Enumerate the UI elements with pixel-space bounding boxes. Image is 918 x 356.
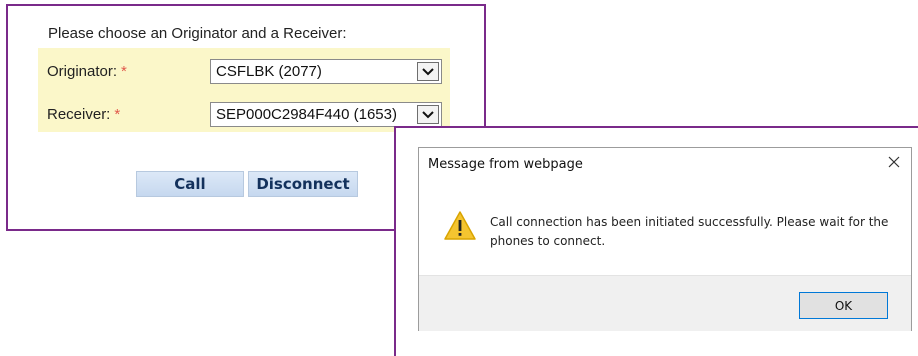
dialog-button-bar: OK: [419, 275, 911, 331]
form-fields: Originator: * CSFLBK (2077) Receiver: * SE…: [38, 48, 450, 132]
ok-button[interactable]: OK: [799, 292, 888, 319]
originator-row: Originator: * CSFLBK (2077): [38, 55, 450, 89]
disconnect-button[interactable]: Disconnect: [248, 171, 358, 197]
close-icon[interactable]: [885, 153, 903, 171]
receiver-label: Receiver: *: [47, 106, 121, 123]
originator-select[interactable]: CSFLBK (2077): [210, 59, 442, 84]
chevron-down-icon[interactable]: [417, 105, 439, 124]
receiver-select[interactable]: SEP000C2984F440 (1653): [210, 102, 442, 127]
dialog-title: Message from webpage: [428, 157, 583, 172]
required-asterisk: *: [114, 106, 121, 123]
dialog-message: Call connection has been initiated succe…: [490, 215, 889, 248]
message-dialog: Message from webpage Call connection has…: [418, 147, 912, 331]
originator-label: Originator: *: [47, 63, 127, 80]
warning-icon: [443, 210, 477, 242]
originator-selected-value: CSFLBK (2077): [216, 63, 322, 80]
form-heading: Please choose an Originator and a Receiv…: [48, 25, 347, 42]
required-asterisk: *: [121, 63, 127, 80]
receiver-selected-value: SEP000C2984F440 (1653): [216, 106, 397, 123]
receiver-row: Receiver: * SEP000C2984F440 (1653): [38, 98, 450, 132]
call-button[interactable]: Call: [136, 171, 244, 197]
chevron-down-icon[interactable]: [417, 62, 439, 81]
